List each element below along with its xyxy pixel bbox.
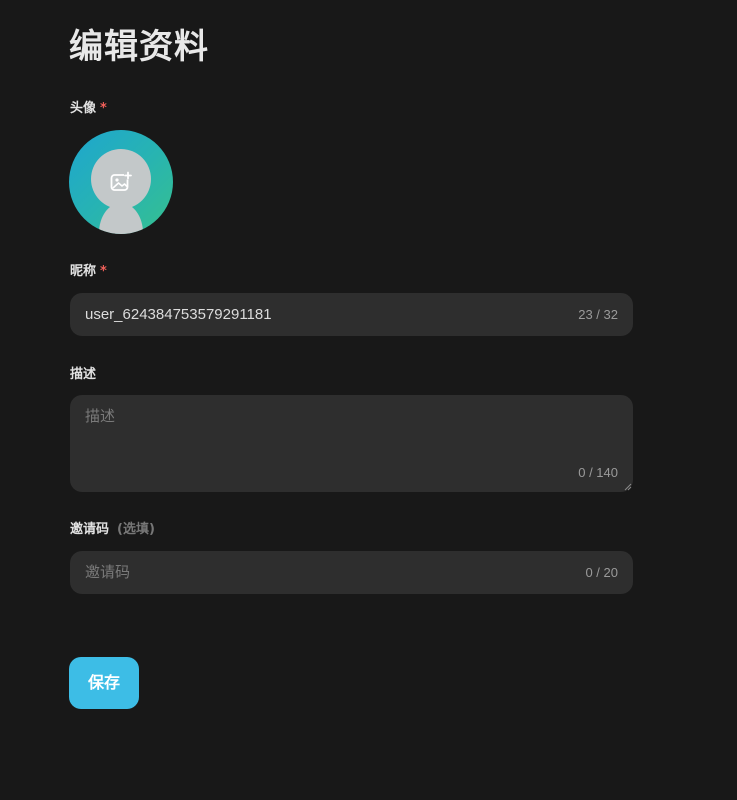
- invite-code-placeholder: 邀请码: [85, 564, 131, 581]
- nickname-field[interactable]: user_624384753579291181 23 / 32: [70, 293, 633, 336]
- resize-handle-icon[interactable]: [624, 483, 632, 491]
- description-label-row: 描述: [70, 366, 96, 384]
- description-textarea[interactable]: 描述 0 / 140: [70, 395, 633, 492]
- nickname-label: 昵称: [70, 264, 97, 279]
- required-mark: *: [100, 264, 107, 279]
- nickname-value: user_624384753579291181: [85, 306, 272, 323]
- avatar-label: 头像: [70, 101, 97, 116]
- save-button[interactable]: 保存: [69, 657, 139, 709]
- required-mark: *: [100, 101, 107, 116]
- image-add-icon: [110, 171, 132, 191]
- description-label: 描述: [70, 367, 97, 382]
- avatar-upload[interactable]: [69, 130, 173, 234]
- invite-code-label-row: 邀请码 (选填): [70, 521, 155, 539]
- invite-code-char-count: 0 / 20: [585, 565, 618, 580]
- description-placeholder: 描述: [85, 408, 116, 425]
- invite-code-label: 邀请码: [70, 522, 110, 537]
- invite-code-field[interactable]: 邀请码 0 / 20: [70, 551, 633, 594]
- description-char-count: 0 / 140: [578, 465, 618, 480]
- avatar-label-row: 头像 *: [70, 100, 107, 118]
- page-title: 编辑资料: [69, 27, 209, 67]
- nickname-char-count: 23 / 32: [578, 307, 618, 322]
- avatar-placeholder-body: [99, 203, 143, 234]
- optional-note: (选填): [117, 522, 155, 537]
- nickname-label-row: 昵称 *: [70, 263, 107, 281]
- edit-profile-page: 编辑资料 头像 * 昵称 * user_624384753579291181 23 …: [0, 0, 737, 800]
